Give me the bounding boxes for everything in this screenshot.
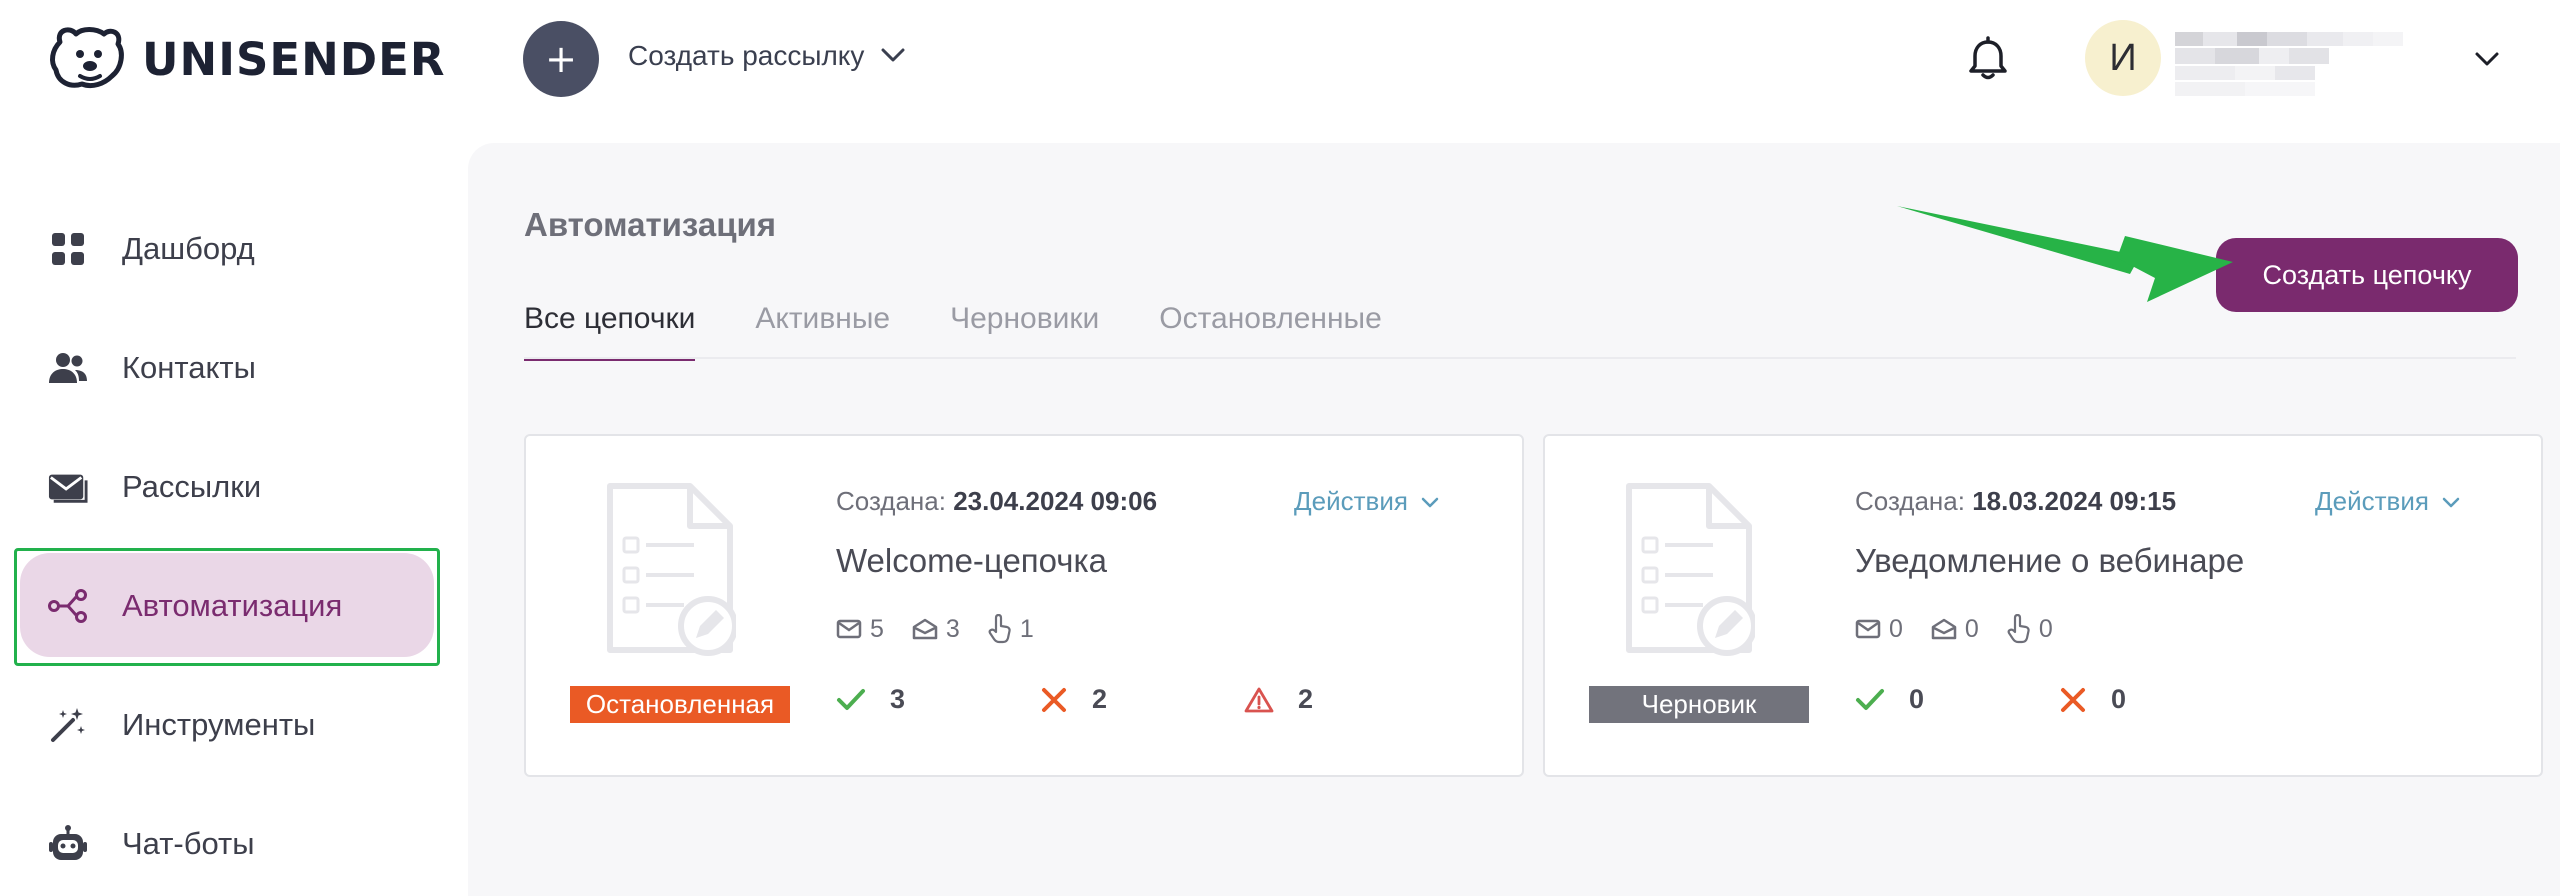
mail-opened-icon [1931, 618, 1957, 640]
click-count: 1 [1019, 614, 1034, 643]
click-pointer-icon [988, 614, 1011, 644]
chain-card[interactable]: Остановленная Создана: 23.04.2024 09:06 … [524, 434, 1524, 777]
chain-filter-tabs: Все цепочки Активные Черновики Остановле… [524, 302, 1442, 361]
dashboard-grid-icon [48, 229, 88, 269]
status-badge: Остановленная [570, 686, 790, 723]
dog-mascot-icon [50, 27, 124, 89]
opened-count: 3 [945, 614, 960, 643]
chain-stats: 0 0 0 [1855, 614, 2081, 644]
failed-result: 0 [2059, 684, 2126, 715]
sidebar-item-contacts[interactable]: Контакты [48, 332, 256, 404]
chain-name[interactable]: Welcome-цепочка [836, 542, 1107, 580]
automation-nodes-icon [48, 586, 88, 626]
brand-name: UNISENDER [142, 32, 446, 86]
mail-icon [48, 467, 88, 507]
created-date: Создана: 23.04.2024 09:06 [836, 486, 1158, 516]
ok-count: 0 [1909, 684, 1925, 714]
document-placeholder-icon [1626, 483, 1755, 656]
bot-icon [48, 824, 88, 864]
magic-wand-icon [48, 705, 88, 745]
check-icon [837, 688, 865, 710]
mail-sent-icon [1855, 619, 1881, 639]
sent-count: 0 [1889, 614, 1903, 643]
sidebar-item-label: Контакты [122, 350, 256, 385]
cross-icon [2061, 687, 2085, 712]
sidebar-item-label: Рассылки [122, 469, 262, 504]
check-icon [1856, 688, 1884, 710]
chain-stats: 5 3 1 [836, 614, 1062, 644]
sidebar-item-label: Автоматизация [122, 588, 343, 623]
created-date: Создана: 18.03.2024 09:15 [1855, 486, 2177, 516]
create-chain-button[interactable]: Создать цепочку [2216, 238, 2518, 312]
tabs-divider [524, 357, 2516, 359]
warning-result: 2 [1244, 684, 1313, 715]
opened-count: 0 [1964, 614, 1979, 643]
create-mailing-plus-button[interactable]: + [523, 21, 599, 97]
ok-count: 3 [890, 684, 906, 714]
mail-sent-icon [836, 619, 862, 639]
create-mailing-dropdown[interactable]: Создать рассылку [628, 40, 864, 72]
page-title: Автоматизация [524, 206, 777, 243]
plus-icon: + [545, 37, 577, 81]
sidebar-item-automation[interactable]: Автоматизация [48, 570, 342, 642]
sidebar-item-label: Дашборд [122, 231, 255, 266]
user-name-blurred[interactable] [2175, 30, 2440, 100]
actions-label: Действия [2315, 486, 2429, 516]
ok-result: 3 [836, 684, 905, 715]
contacts-people-icon [48, 348, 88, 388]
failed-result: 2 [1040, 684, 1107, 715]
cross-icon [1042, 687, 1066, 712]
chain-name[interactable]: Уведомление о вебинаре [1855, 542, 2244, 580]
sidebar-item-mailings[interactable]: Рассылки [48, 451, 261, 523]
chevron-down-icon[interactable] [880, 46, 906, 64]
mail-opened-icon [912, 618, 938, 640]
actions-dropdown[interactable]: Действия [1294, 486, 1440, 517]
sidebar-item-dashboard[interactable]: Дашборд [48, 213, 255, 285]
ok-result: 0 [1855, 684, 1924, 715]
sidebar-item-label: Чат-боты [122, 826, 255, 861]
notifications-bell-icon[interactable] [1966, 36, 2010, 82]
sent-count: 5 [870, 614, 884, 643]
chevron-down-icon[interactable] [2474, 50, 2500, 68]
annotation-arrow [1897, 206, 2233, 302]
tab-stopped[interactable]: Остановленные [1159, 302, 1382, 361]
document-placeholder-icon [607, 483, 736, 656]
failed-count: 2 [1092, 684, 1108, 714]
sidebar-item-chatbots[interactable]: Чат-боты [48, 808, 255, 880]
warning-triangle-icon [1244, 687, 1274, 712]
tab-active[interactable]: Активные [755, 302, 890, 361]
failed-count: 0 [2111, 684, 2127, 714]
brand-logo[interactable]: UNISENDER [46, 24, 446, 94]
avatar-letter: И [2109, 36, 2137, 79]
click-pointer-icon [2007, 614, 2030, 644]
status-badge: Черновик [1589, 686, 1809, 723]
chevron-down-icon [1421, 497, 1439, 507]
click-count: 0 [2038, 614, 2053, 643]
chain-card[interactable]: Черновик Создана: 18.03.2024 09:15 Дейст… [1543, 434, 2543, 777]
actions-label: Действия [1294, 486, 1408, 516]
chevron-down-icon [2442, 497, 2460, 507]
sidebar-item-label: Инструменты [122, 707, 316, 742]
sidebar-item-tools[interactable]: Инструменты [48, 689, 315, 761]
tab-all-chains[interactable]: Все цепочки [524, 302, 696, 361]
tab-drafts[interactable]: Черновики [950, 302, 1099, 361]
user-avatar[interactable]: И [2085, 20, 2161, 96]
warning-count: 2 [1298, 684, 1314, 714]
actions-dropdown[interactable]: Действия [2315, 486, 2461, 517]
